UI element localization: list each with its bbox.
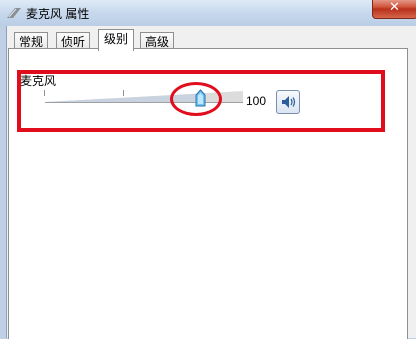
close-icon: ✕ [389,0,400,14]
microphone-label: 麦克风 [20,74,57,88]
speaker-icon [282,96,296,108]
slider-tick [123,90,124,96]
microphone-level-slider[interactable] [45,91,243,103]
slider-thumb[interactable] [195,89,206,107]
title-bar: 麦克风 属性 ✕ [0,0,416,26]
level-value: 100 [246,94,267,108]
window-title: 麦克风 属性 [26,7,90,21]
tab-levels[interactable]: 级别 [98,29,134,51]
window-icon [6,6,22,20]
mute-button[interactable] [276,90,300,114]
slider-tick [44,90,45,96]
close-button[interactable]: ✕ [372,0,416,19]
